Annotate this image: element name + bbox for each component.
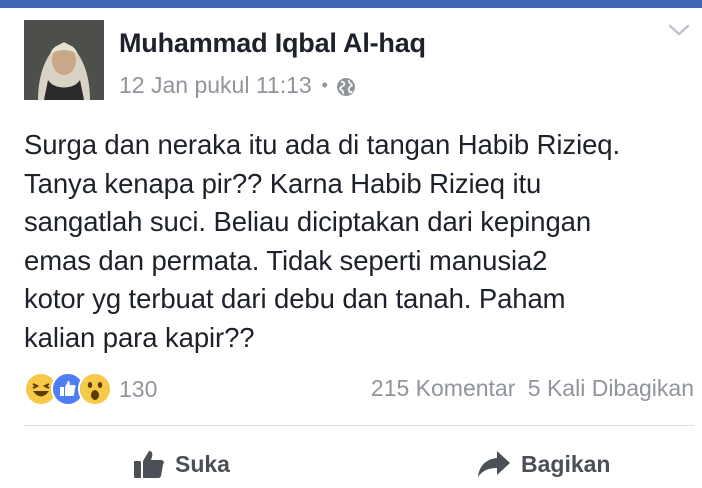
chevron-down-icon[interactable] [668, 22, 690, 38]
engagement-counts: 215 Komentar 5 Kali Dibagikan [365, 375, 694, 402]
wow-icon [78, 372, 112, 406]
action-divider [24, 425, 694, 426]
reaction-count[interactable]: 130 [119, 376, 157, 403]
share-arrow-icon [478, 451, 510, 477]
share-button[interactable]: Bagikan [477, 444, 610, 484]
reactions-summary[interactable]: 130 [24, 372, 157, 406]
post-meta: 12 Jan pukul 11:13 • [119, 72, 356, 99]
like-button[interactable]: Suka [133, 444, 230, 484]
thumbs-up-icon [134, 451, 164, 478]
post-timestamp[interactable]: 12 Jan pukul 11:13 [119, 72, 312, 99]
post-text: Surga dan neraka itu ada di tangan Habib… [24, 129, 621, 353]
share-label: Bagikan [521, 450, 611, 477]
globe-icon[interactable] [336, 76, 356, 96]
author-name[interactable]: Muhammad Iqbal Al-haq [119, 28, 426, 59]
meta-separator: • [321, 75, 328, 95]
comment-count[interactable]: 215 Komentar [371, 375, 515, 401]
avatar[interactable] [24, 20, 104, 100]
share-count[interactable]: 5 Kali Dibagikan [528, 375, 694, 401]
like-label: Suka [175, 450, 230, 477]
top-bar [0, 0, 702, 8]
